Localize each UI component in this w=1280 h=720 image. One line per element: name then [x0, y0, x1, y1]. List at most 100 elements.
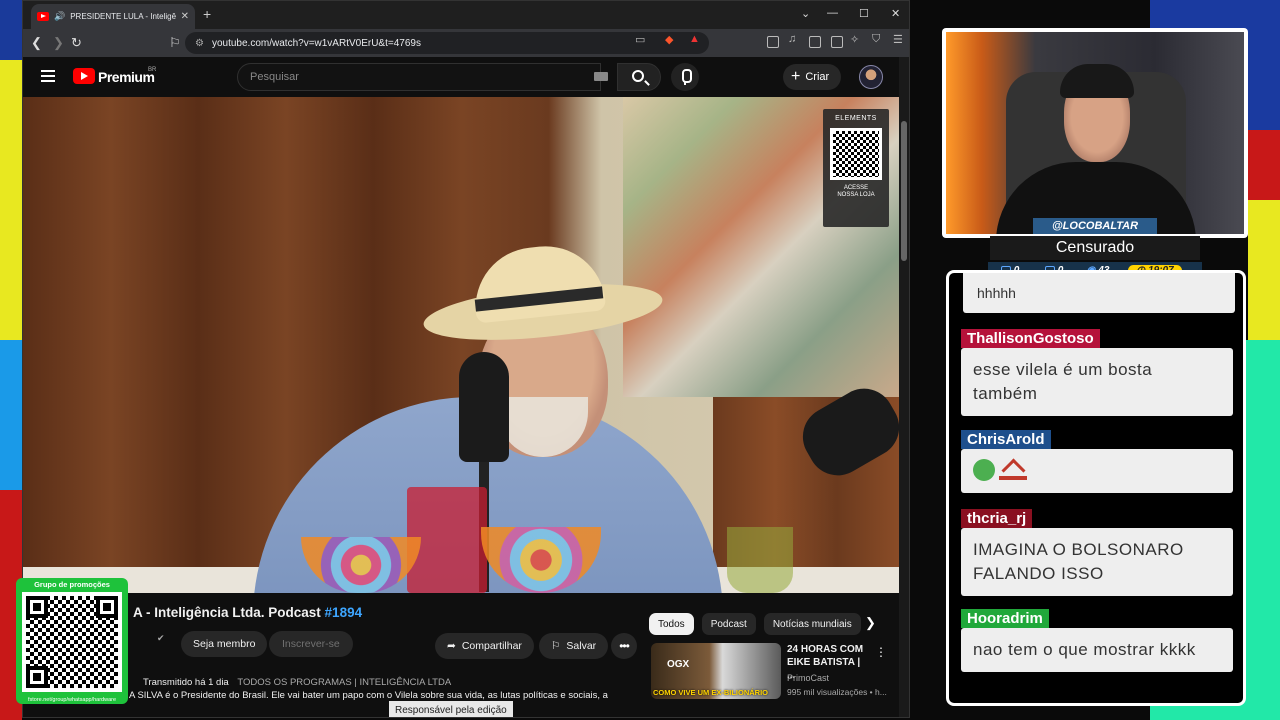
tab-search-icon[interactable]: ⌄ — [801, 7, 810, 20]
create-label: Criar — [805, 71, 830, 83]
bg-stripe — [0, 60, 22, 340]
audio-playing-icon[interactable]: 🔊 — [54, 11, 65, 22]
hamburger-menu-icon[interactable] — [41, 70, 55, 82]
hashtags[interactable]: TODOS OS PROGRAMAS | INTELIGÊNCIA LTDA — [237, 677, 451, 688]
chat-emotes — [961, 449, 1233, 493]
wallet-icon[interactable] — [831, 36, 843, 48]
create-button[interactable]: + Criar — [783, 64, 842, 90]
youtube-favicon-icon — [37, 12, 49, 21]
chat-message-previous: hhhhh — [963, 273, 1235, 313]
chat-username: thcria_rj — [961, 509, 1033, 528]
stream-status: Censurado — [990, 236, 1200, 260]
scrollbar-thumb[interactable] — [901, 121, 907, 261]
sidebar-icon[interactable] — [809, 36, 821, 48]
avatar[interactable] — [859, 65, 883, 89]
chat-text: IMAGINA O BOLSONARO FALANDO ISSO — [961, 528, 1233, 596]
brave-shield-icon[interactable]: ◆ — [665, 33, 673, 46]
url-text: youtube.com/watch?v=w1vARtV0ErU&t=4769s — [211, 37, 421, 49]
youtube-premium-logo[interactable]: Premium — [98, 69, 155, 85]
site-info-icon[interactable]: ⚙ — [195, 38, 204, 49]
new-tab-button[interactable]: + — [203, 6, 211, 22]
streamer-handle: @LOCOBALTAR — [1033, 218, 1157, 234]
bg-stripe — [1248, 130, 1280, 200]
brave-rewards-icon[interactable]: ▲ — [689, 33, 700, 45]
more-actions-button[interactable]: ••• — [611, 633, 637, 659]
recommendation-channel[interactable]: PrimoCast — [787, 673, 829, 683]
episode-hashtag[interactable]: #1894 — [325, 605, 363, 620]
bookmark-icon[interactable]: ⚐ — [169, 35, 181, 51]
chip-all[interactable]: Todos — [649, 613, 694, 635]
join-button[interactable]: Seja membro — [181, 631, 268, 657]
cast-icon[interactable]: ▭ — [635, 33, 645, 46]
search-input[interactable]: Pesquisar — [237, 63, 601, 91]
chat-text: esse vilela é um bosta também — [961, 348, 1233, 416]
share-button[interactable]: ➦ Compartilhar — [435, 633, 534, 659]
promo-url: fstore.net/group/whatsapp/hardware — [27, 697, 117, 703]
music-icon[interactable]: ♫ — [788, 33, 796, 45]
bookmark-icon: ⚐ — [551, 640, 561, 652]
elements-logo: ELEMENTS — [835, 115, 877, 122]
green-glass — [727, 527, 793, 593]
chat-text: hhhhh — [977, 285, 1016, 301]
scrollbar[interactable] — [899, 57, 909, 717]
address-toolbar: ❮ ❯ ↻ ⚐ ⚙ youtube.com/watch?v=w1vARtV0Er… — [23, 29, 909, 57]
leo-ai-icon[interactable]: ✧ — [850, 33, 859, 46]
promo-qr-overlay: Grupo de promoções fstore.net/group/what… — [16, 578, 128, 704]
chat-text: nao tem o que mostrar kkkk — [961, 628, 1233, 672]
chat-message: Hooradrim nao tem o que mostrar kkkk — [961, 609, 1233, 672]
browser-tab[interactable]: 🔊 PRESIDENTE LULA - Inteligência Ltda ✕ — [31, 4, 195, 29]
chat-username: Hooradrim — [961, 609, 1049, 628]
hat-crown — [469, 240, 607, 324]
chat-message: ChrisArold — [961, 430, 1233, 493]
share-label: Compartilhar — [461, 640, 522, 652]
qr-code — [830, 128, 882, 180]
chat-username: ChrisArold — [961, 430, 1051, 449]
address-bar[interactable]: ⚙ youtube.com/watch?v=w1vARtV0ErU&t=4769… — [185, 32, 709, 54]
save-label: Salvar — [566, 640, 597, 652]
bg-stripe — [1248, 200, 1280, 340]
share-icon: ➦ — [447, 640, 456, 652]
youtube-logo-icon[interactable] — [73, 68, 95, 84]
chat-message: ThallisonGostoso esse vilela é um bosta … — [961, 329, 1233, 416]
video-title: A - Inteligência Ltda. Podcast #1894 — [133, 605, 362, 620]
search-button[interactable] — [617, 63, 661, 91]
minimize-button[interactable]: — — [827, 7, 838, 19]
elements-store-badge: ELEMENTS ACESSE NOSSA LOJA — [823, 109, 889, 227]
voice-search-button[interactable] — [671, 63, 699, 91]
chat-username: ThallisonGostoso — [961, 329, 1100, 348]
chip-world-news[interactable]: Notícias mundiais — [763, 613, 861, 635]
elements-caption: ACESSE NOSSA LOJA — [837, 185, 875, 199]
thumb-brand: OGX — [667, 659, 690, 670]
tab-close-icon[interactable]: ✕ — [181, 11, 189, 22]
streamer-hair — [1060, 64, 1134, 98]
video-player[interactable]: ELEMENTS ACESSE NOSSA LOJA — [23, 97, 899, 593]
kebab-menu-icon[interactable]: ⋮ — [875, 645, 887, 659]
vpn-icon[interactable]: ⛉ — [872, 33, 880, 46]
menu-icon[interactable]: ☰ — [893, 33, 903, 46]
bg-stripe — [0, 0, 22, 60]
description-text[interactable]: A SILVA é o Presidente do Brasil. Ele va… — [129, 690, 629, 701]
related-chips: Todos Podcast Notícias mundiais — [649, 613, 861, 635]
save-button[interactable]: ⚐ Salvar — [539, 633, 609, 659]
podcast-microphone — [459, 352, 509, 462]
extensions-icon[interactable] — [767, 36, 779, 48]
description-meta[interactable]: Transmitido há 1 dia TODOS OS PROGRAMAS … — [143, 677, 451, 688]
tab-title: PRESIDENTE LULA - Inteligência Ltda — [70, 12, 176, 21]
webcam-feed — [946, 32, 1244, 234]
subscribe-button[interactable]: Inscrever-se — [269, 631, 353, 657]
forward-button[interactable]: ❯ — [53, 35, 64, 51]
browser-window: 🔊 PRESIDENTE LULA - Inteligência Ltda ✕ … — [22, 0, 910, 718]
chevron-right-icon[interactable]: ❯ — [865, 615, 876, 631]
reload-button[interactable]: ↻ — [71, 35, 82, 51]
streamer-banner: @LOCOBALTAR Censurado 0 0 ◉43 ◷19:07 — [980, 218, 1210, 278]
recommendation-thumbnail[interactable]: OGX COMO VIVE UM EX-BILIONÁRIO — [651, 643, 781, 699]
thumb-caption: COMO VIVE UM EX-BILIONÁRIO — [653, 688, 769, 697]
back-button[interactable]: ❮ — [31, 35, 42, 51]
bg-stripe — [0, 340, 22, 490]
house-emote-icon — [999, 460, 1027, 480]
chip-podcast[interactable]: Podcast — [701, 613, 756, 635]
video-title-text: A - Inteligência Ltda. Podcast — [133, 605, 321, 620]
close-window-button[interactable]: ✕ — [891, 7, 900, 20]
maximize-button[interactable]: ☐ — [859, 7, 869, 20]
keyboard-icon[interactable] — [594, 72, 608, 81]
